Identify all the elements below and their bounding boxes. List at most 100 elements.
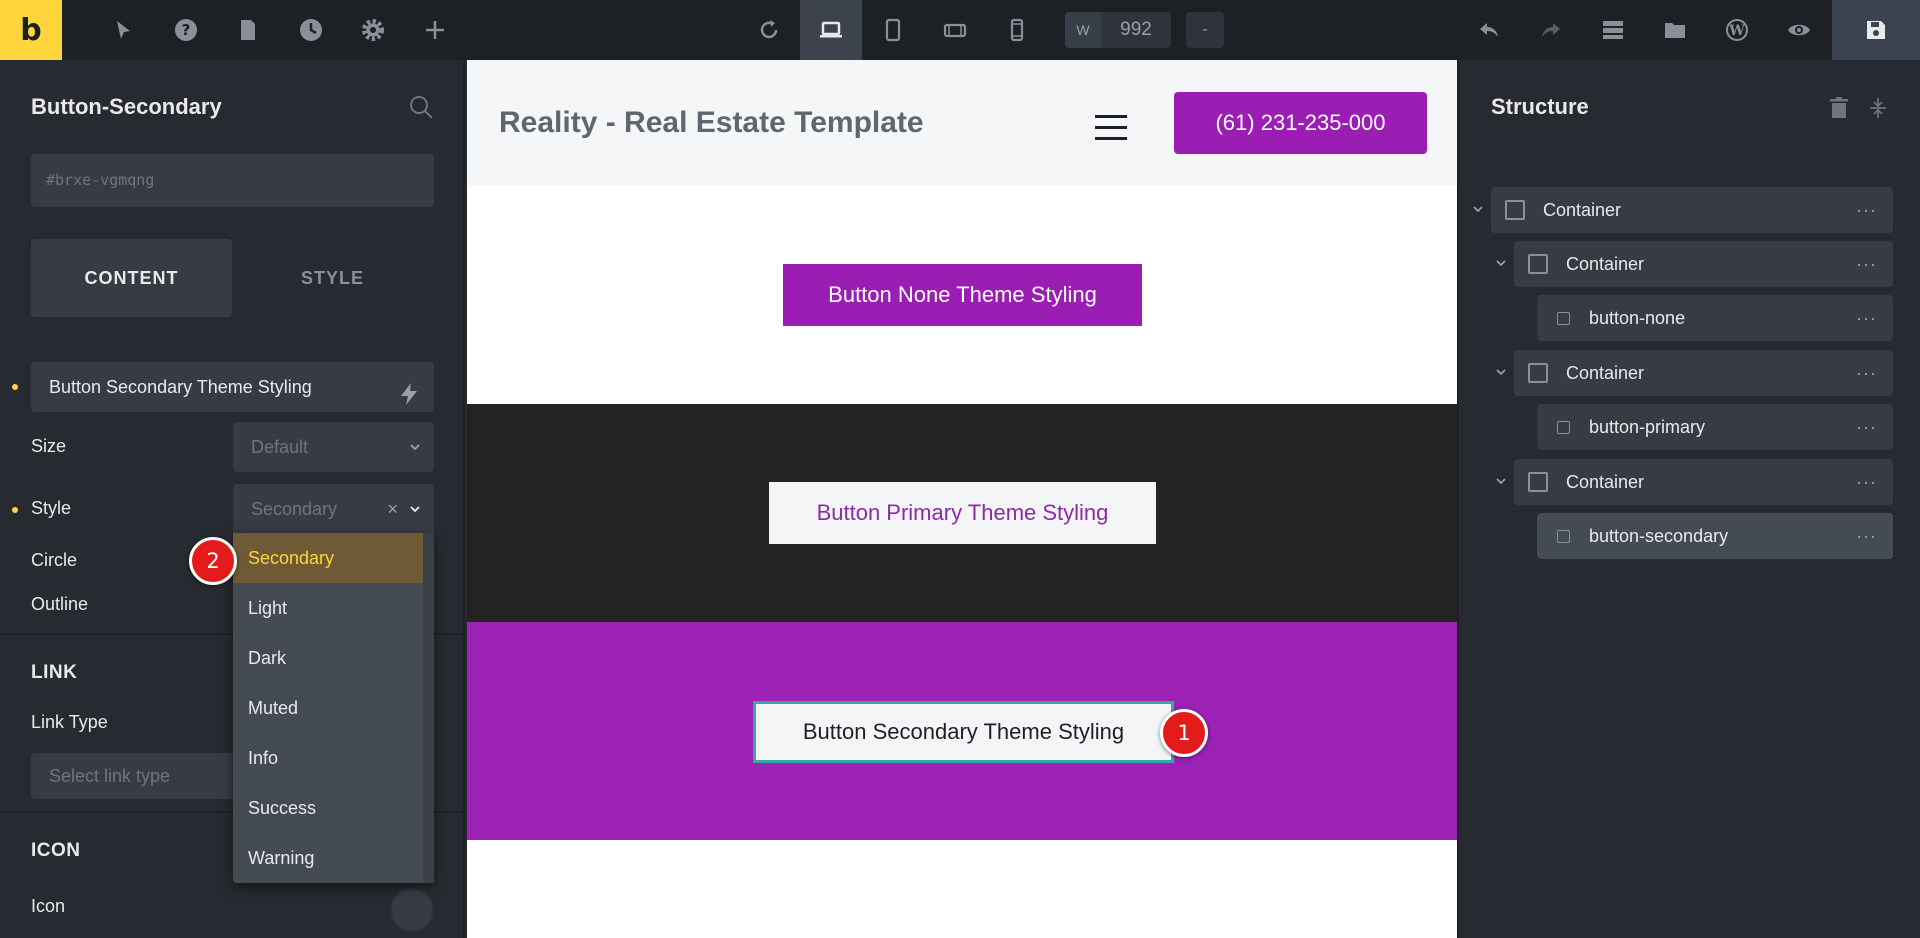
width-label: W bbox=[1065, 12, 1101, 48]
undo-icon[interactable] bbox=[1458, 0, 1520, 60]
trash-icon[interactable] bbox=[1828, 96, 1850, 120]
dropdown-option-dark[interactable]: Dark bbox=[233, 633, 423, 683]
size-value: Default bbox=[251, 437, 309, 457]
node-label: Container bbox=[1566, 472, 1645, 492]
size-select[interactable]: Default bbox=[233, 422, 434, 472]
tab-style[interactable]: STYLE bbox=[232, 239, 433, 317]
mobile-portrait-icon[interactable] bbox=[986, 0, 1048, 60]
more-options-icon[interactable]: ··· bbox=[1856, 295, 1877, 341]
help-icon[interactable]: ? bbox=[155, 0, 217, 60]
structure-node-button-primary[interactable]: button-primary ··· bbox=[1537, 404, 1893, 450]
element-title: Button-Secondary bbox=[31, 94, 222, 119]
dropdown-option-light[interactable]: Light bbox=[233, 583, 423, 633]
tablet-portrait-icon[interactable] bbox=[862, 0, 924, 60]
node-label: Container bbox=[1543, 200, 1622, 220]
settings-gear-icon[interactable] bbox=[342, 0, 404, 60]
outline-label: Outline bbox=[31, 594, 89, 614]
width-value[interactable]: 992 bbox=[1101, 19, 1171, 41]
phone-button[interactable]: (61) 231-235-000 bbox=[1174, 92, 1427, 154]
add-element-plus-icon[interactable] bbox=[404, 0, 466, 60]
width-minus-button[interactable]: - bbox=[1186, 12, 1224, 48]
structure-panel: Structure Container ··· Container ··· bu… bbox=[1457, 60, 1920, 938]
button-icon bbox=[1557, 530, 1570, 543]
chevron-down-icon[interactable] bbox=[1494, 365, 1508, 379]
style-select[interactable]: Secondary × bbox=[233, 484, 434, 534]
more-options-icon[interactable]: ··· bbox=[1856, 187, 1877, 233]
link-type-label: Link Type bbox=[31, 712, 108, 732]
button-icon bbox=[1557, 421, 1570, 434]
templates-folder-icon[interactable] bbox=[1644, 0, 1706, 60]
node-label: Container bbox=[1566, 363, 1645, 383]
select-cursor-icon[interactable] bbox=[92, 0, 154, 60]
more-options-icon[interactable]: ··· bbox=[1856, 404, 1877, 450]
redo-icon[interactable] bbox=[1520, 0, 1582, 60]
chevron-down-icon bbox=[410, 444, 420, 451]
more-options-icon[interactable]: ··· bbox=[1856, 350, 1877, 396]
structure-node-container[interactable]: Container ··· bbox=[1491, 187, 1893, 233]
node-label: button-none bbox=[1589, 308, 1686, 328]
icon-section-title[interactable]: ICON bbox=[31, 840, 81, 862]
button-primary[interactable]: Button Primary Theme Styling bbox=[769, 482, 1156, 544]
container-icon bbox=[1505, 200, 1525, 220]
site-title[interactable]: Reality - Real Estate Template bbox=[499, 106, 924, 140]
annotation-badge-1: 1 bbox=[1160, 709, 1208, 757]
button-text-value: Button Secondary Theme Styling bbox=[49, 377, 312, 397]
more-options-icon[interactable]: ··· bbox=[1856, 459, 1877, 505]
chevron-down-icon bbox=[410, 506, 420, 513]
structure-node-button-none[interactable]: button-none ··· bbox=[1537, 295, 1893, 341]
button-none[interactable]: Button None Theme Styling bbox=[783, 264, 1142, 326]
modified-indicator bbox=[12, 384, 18, 390]
structure-node-button-secondary[interactable]: button-secondary ··· bbox=[1537, 513, 1893, 559]
container-icon bbox=[1528, 363, 1548, 383]
more-options-icon[interactable]: ··· bbox=[1856, 513, 1877, 559]
node-label: button-primary bbox=[1589, 417, 1706, 437]
refresh-icon[interactable] bbox=[738, 0, 800, 60]
desktop-breakpoint-icon[interactable] bbox=[800, 0, 862, 60]
pages-icon[interactable] bbox=[217, 0, 279, 60]
clear-icon[interactable]: × bbox=[387, 484, 398, 534]
dropdown-option-warning[interactable]: Warning bbox=[233, 833, 423, 883]
chevron-down-icon[interactable] bbox=[1471, 202, 1485, 216]
structure-title: Structure bbox=[1491, 94, 1589, 119]
preview-eye-icon[interactable] bbox=[1768, 0, 1830, 60]
section-bottom bbox=[467, 840, 1457, 938]
bricks-logo[interactable]: b bbox=[0, 0, 62, 60]
save-icon[interactable] bbox=[1832, 0, 1920, 60]
tab-content[interactable]: CONTENT bbox=[31, 239, 232, 317]
link-section-title[interactable]: LINK bbox=[31, 662, 77, 684]
collapse-all-icon[interactable] bbox=[1867, 96, 1889, 120]
dynamic-data-bolt-icon[interactable] bbox=[398, 375, 420, 405]
structure-panel-icon[interactable] bbox=[1582, 0, 1644, 60]
dropdown-option-muted[interactable]: Muted bbox=[233, 683, 423, 733]
svg-text:W: W bbox=[1728, 23, 1745, 39]
chevron-down-icon[interactable] bbox=[1494, 256, 1508, 270]
element-settings-panel: Button-Secondary #brxe-vgmqng CONTENT ST… bbox=[0, 60, 465, 938]
button-text-input[interactable]: Button Secondary Theme Styling bbox=[31, 362, 434, 412]
dropdown-scrollbar[interactable] bbox=[423, 533, 434, 883]
dropdown-option-secondary[interactable]: Secondary bbox=[233, 533, 423, 583]
canvas-width-field[interactable]: W 992 bbox=[1065, 12, 1171, 48]
structure-node-container[interactable]: Container ··· bbox=[1514, 459, 1893, 505]
dropdown-option-info[interactable]: Info bbox=[233, 733, 423, 783]
chevron-down-icon[interactable] bbox=[1494, 474, 1508, 488]
more-options-icon[interactable]: ··· bbox=[1856, 241, 1877, 287]
svg-text:?: ? bbox=[182, 21, 191, 39]
circle-label: Circle bbox=[31, 550, 78, 570]
dropdown-option-success[interactable]: Success bbox=[233, 783, 423, 833]
hamburger-menu-icon[interactable] bbox=[1095, 115, 1127, 141]
button-secondary[interactable]: Button Secondary Theme Styling bbox=[753, 701, 1174, 763]
history-clock-icon[interactable] bbox=[280, 0, 342, 60]
builder-canvas: Reality - Real Estate Template (61) 231-… bbox=[467, 60, 1457, 938]
structure-node-container[interactable]: Container ··· bbox=[1514, 350, 1893, 396]
container-icon bbox=[1528, 472, 1548, 492]
mobile-landscape-icon[interactable] bbox=[924, 0, 986, 60]
element-id-field[interactable]: #brxe-vgmqng bbox=[31, 154, 434, 207]
structure-node-container[interactable]: Container ··· bbox=[1514, 241, 1893, 287]
modified-indicator bbox=[12, 507, 18, 513]
annotation-badge-2: 2 bbox=[189, 537, 237, 585]
wordpress-icon[interactable]: W bbox=[1706, 0, 1768, 60]
node-label: button-secondary bbox=[1589, 526, 1729, 546]
search-icon[interactable] bbox=[408, 94, 434, 120]
icon-picker[interactable] bbox=[390, 888, 434, 932]
style-dropdown-menu: Secondary Light Dark Muted Info Success … bbox=[233, 533, 434, 883]
